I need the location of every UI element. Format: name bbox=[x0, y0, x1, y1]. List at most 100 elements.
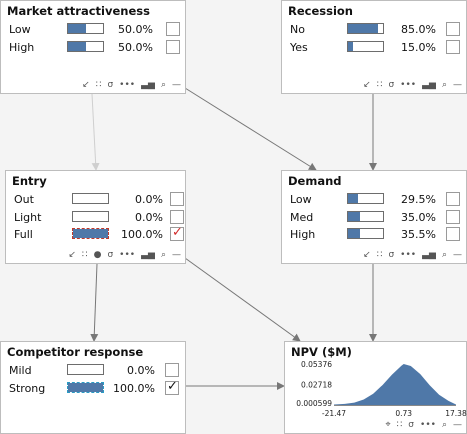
npv-y-tick-label: 0.05376 bbox=[301, 361, 332, 369]
histogram-icon[interactable]: ▃▅ bbox=[141, 249, 155, 261]
state-row[interactable]: Full 100.0% ✓ bbox=[6, 225, 185, 244]
probability-bar bbox=[347, 23, 384, 34]
probability-bar bbox=[347, 210, 384, 222]
state-label: Light bbox=[14, 210, 42, 224]
check-icon: ✓ bbox=[167, 378, 178, 394]
search-icon[interactable]: ⌕ bbox=[161, 249, 166, 261]
grid-icon[interactable]: ∷ bbox=[82, 249, 88, 261]
dots-icon[interactable]: ••• bbox=[400, 249, 416, 261]
state-row[interactable]: Yes 15.0% bbox=[282, 39, 466, 57]
probability-bar bbox=[347, 40, 384, 52]
arrow-entry-to-npv bbox=[184, 257, 301, 342]
node-toolbar: ⌖ ∷ σ ••• ⌕ — bbox=[385, 419, 462, 431]
state-row[interactable]: No 85.0% bbox=[282, 21, 466, 39]
minus-icon[interactable]: — bbox=[172, 79, 181, 91]
dot-icon[interactable]: ● bbox=[94, 249, 102, 261]
dots-icon[interactable]: ••• bbox=[420, 419, 436, 431]
npv-y-tick-label: 0.000599 bbox=[296, 399, 332, 408]
evidence-checkbox[interactable] bbox=[170, 209, 184, 224]
sigma-icon[interactable]: σ bbox=[408, 419, 414, 431]
search-icon[interactable]: ⌕ bbox=[442, 419, 447, 431]
histogram-icon[interactable]: ▃▅ bbox=[422, 79, 436, 91]
dots-icon[interactable]: ••• bbox=[400, 79, 416, 91]
npv-x-tick-label: 0.73 bbox=[395, 409, 412, 418]
state-percentage: 35.5% bbox=[401, 228, 436, 241]
node-toolbar: ↙ ∷ σ ••• ▃▅ ⌕ — bbox=[82, 79, 181, 91]
evidence-checkbox[interactable]: ✓ bbox=[165, 378, 179, 395]
probability-bar-fill bbox=[73, 229, 108, 238]
sigma-icon[interactable]: σ bbox=[107, 79, 113, 91]
node-npv[interactable]: NPV ($M) 0.05376 0.02718 0.000599 -21.47 0.7… bbox=[284, 341, 467, 434]
probability-bar bbox=[72, 228, 109, 239]
evidence-checkbox[interactable] bbox=[165, 363, 179, 377]
probability-bar bbox=[67, 364, 104, 375]
state-row[interactable]: High 35.5% bbox=[282, 226, 466, 244]
arrow-in-icon[interactable]: ↙ bbox=[68, 249, 76, 261]
node-entry[interactable]: Entry Out 0.0% Light 0.0% Full 100.0% ✓ ↙ ∷ ● σ ••… bbox=[5, 170, 186, 264]
histogram-icon[interactable]: ▃▅ bbox=[141, 79, 155, 91]
evidence-checkbox[interactable] bbox=[446, 22, 460, 36]
evidence-checkbox[interactable] bbox=[446, 227, 460, 241]
sigma-icon[interactable]: σ bbox=[388, 249, 394, 261]
arrow-in-icon[interactable]: ↙ bbox=[82, 79, 90, 91]
probability-bar bbox=[67, 23, 104, 34]
probability-bar-fill bbox=[68, 41, 86, 51]
state-percentage: 0.0% bbox=[127, 364, 155, 377]
search-icon[interactable]: ⌕ bbox=[442, 79, 447, 91]
node-title: NPV ($M) bbox=[291, 345, 352, 359]
minus-icon[interactable]: — bbox=[453, 79, 462, 91]
node-recession[interactable]: Recession No 85.0% Yes 15.0% ↙ ∷ σ ••• ▃▅ ⌕ — bbox=[281, 0, 467, 94]
dots-icon[interactable]: ••• bbox=[119, 249, 135, 261]
state-percentage: 29.5% bbox=[401, 193, 436, 206]
node-title: Competitor response bbox=[7, 345, 144, 359]
state-percentage: 0.0% bbox=[135, 210, 163, 224]
node-title: Entry bbox=[12, 174, 47, 188]
arrow-in-icon[interactable]: ↙ bbox=[363, 249, 371, 261]
evidence-checkbox[interactable] bbox=[446, 209, 460, 224]
state-label: Full bbox=[14, 228, 33, 241]
histogram-icon[interactable]: ▃▅ bbox=[422, 249, 436, 261]
evidence-checkbox[interactable]: ✓ bbox=[170, 225, 184, 241]
state-row[interactable]: High 50.0% bbox=[1, 39, 185, 57]
state-row[interactable]: Out 0.0% bbox=[6, 191, 185, 209]
arrow-market-to-demand bbox=[184, 87, 317, 171]
evidence-checkbox[interactable] bbox=[166, 39, 180, 54]
evidence-checkbox[interactable] bbox=[446, 39, 460, 54]
state-percentage: 100.0% bbox=[113, 381, 155, 395]
minus-icon[interactable]: — bbox=[453, 419, 462, 431]
probability-bar-fill bbox=[68, 382, 103, 392]
node-demand[interactable]: Demand Low 29.5% Med 35.0% High 35.5% ↙ ∷ σ ••• ▃… bbox=[281, 170, 467, 264]
node-competitor-response[interactable]: Competitor response Mild 0.0% Strong 100.0%… bbox=[0, 341, 186, 434]
grid-icon[interactable]: ∷ bbox=[377, 79, 383, 91]
state-row[interactable]: Med 35.0% bbox=[282, 209, 466, 227]
state-percentage: 35.0% bbox=[401, 210, 436, 224]
probability-bar bbox=[67, 40, 104, 52]
evidence-checkbox[interactable] bbox=[166, 22, 180, 36]
state-row[interactable]: Light 0.0% bbox=[6, 209, 185, 227]
state-row[interactable]: Low 50.0% bbox=[1, 21, 185, 39]
sigma-icon[interactable]: σ bbox=[388, 79, 394, 91]
state-row[interactable]: Mild 0.0% bbox=[1, 362, 185, 380]
state-label: High bbox=[9, 40, 35, 54]
pin-icon[interactable]: ⌖ bbox=[385, 419, 390, 431]
probability-bar-fill bbox=[348, 41, 354, 51]
search-icon[interactable]: ⌕ bbox=[442, 249, 447, 261]
node-toolbar: ↙ ∷ ● σ ••• ▃▅ ⌕ — bbox=[68, 249, 181, 261]
evidence-checkbox[interactable] bbox=[170, 192, 184, 206]
evidence-checkbox[interactable] bbox=[446, 192, 460, 206]
grid-icon[interactable]: ∷ bbox=[397, 419, 403, 431]
npv-density-chart: 0.05376 0.02718 0.000599-21.47 0.73 17.38 bbox=[296, 361, 467, 418]
node-title: Recession bbox=[288, 4, 353, 18]
grid-icon[interactable]: ∷ bbox=[377, 249, 383, 261]
minus-icon[interactable]: — bbox=[453, 249, 462, 261]
state-row[interactable]: Low 29.5% bbox=[282, 191, 466, 209]
node-market-attractiveness[interactable]: Market attractiveness Low 50.0% High 50.0% … bbox=[0, 0, 186, 94]
search-icon[interactable]: ⌕ bbox=[161, 79, 166, 91]
dots-icon[interactable]: ••• bbox=[119, 79, 135, 91]
arrow-in-icon[interactable]: ↙ bbox=[363, 79, 371, 91]
minus-icon[interactable]: — bbox=[172, 249, 181, 261]
state-row[interactable]: Strong 100.0% ✓ bbox=[1, 378, 185, 398]
node-toolbar: ↙ ∷ σ ••• ▃▅ ⌕ — bbox=[363, 249, 462, 261]
sigma-icon[interactable]: σ bbox=[107, 249, 113, 261]
grid-icon[interactable]: ∷ bbox=[96, 79, 102, 91]
